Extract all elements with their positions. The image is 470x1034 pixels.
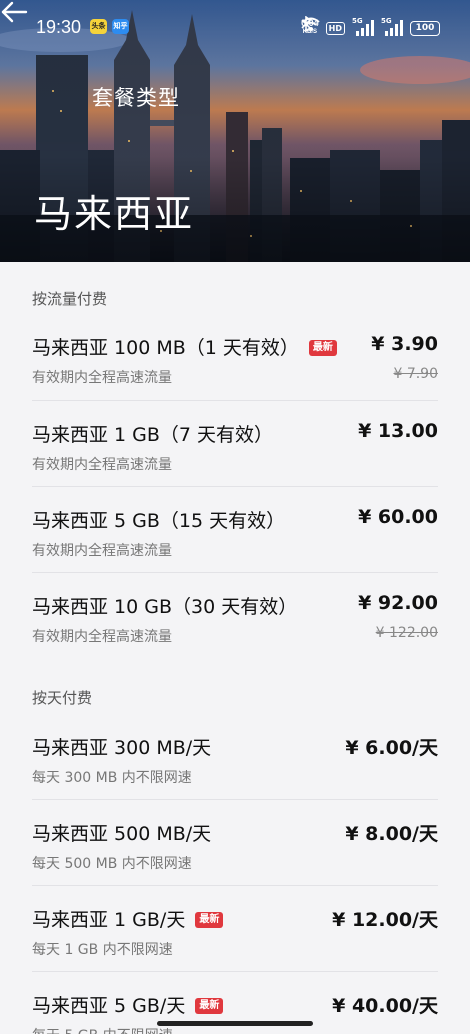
- hero-banner: 19:30 头条 知乎 0.04 KB/S HD 5G 5G 100 套餐类型 …: [0, 0, 470, 262]
- plan-price: ¥ 3.90: [371, 333, 438, 355]
- plan-description: 每天 500 MB 内不限网速: [32, 856, 192, 872]
- status-icons: 0.04 KB/S HD 5G 5G 100: [301, 16, 440, 40]
- plan-description: 有效期内全程高速流量: [32, 370, 172, 386]
- plan-description: 每天 300 MB 内不限网速: [32, 770, 192, 786]
- divider: [32, 486, 438, 487]
- plan-name: 马来西亚 100 MB（1 天有效）: [32, 337, 299, 359]
- plan-price: ¥ 13.00: [358, 420, 438, 442]
- wifi-icon: [302, 17, 320, 31]
- plan-item[interactable]: 马来西亚 1 GB/天 最新 每天 1 GB 内不限网速 ¥ 12.00/天: [32, 905, 438, 961]
- plan-original-price: ¥ 122.00: [375, 625, 438, 641]
- plan-original-price: ¥ 7.90: [393, 366, 438, 382]
- plan-item[interactable]: 马来西亚 300 MB/天 每天 300 MB 内不限网速 ¥ 6.00/天: [32, 733, 438, 789]
- back-arrow-icon[interactable]: [0, 0, 28, 24]
- hd-voice-badge: HD: [325, 21, 345, 35]
- plan-name: 马来西亚 1 GB/天: [32, 909, 186, 931]
- cellular-signal-icon-1: 5G: [352, 17, 374, 37]
- new-badge: 最新: [195, 998, 224, 1014]
- battery-icon: 100: [410, 20, 440, 36]
- plan-description: 每天 5 GB 内不限网速: [32, 1025, 173, 1034]
- plan-description: 有效期内全程高速流量: [32, 543, 172, 559]
- plan-item[interactable]: 马来西亚 500 MB/天 每天 500 MB 内不限网速 ¥ 8.00/天: [32, 819, 438, 875]
- new-badge: 最新: [308, 340, 337, 356]
- section-header-by-day: 按天付费: [32, 689, 93, 707]
- plan-price: ¥ 92.00: [358, 592, 438, 614]
- home-indicator[interactable]: [157, 1021, 313, 1026]
- plan-price: ¥ 60.00: [358, 506, 438, 528]
- plan-price: ¥ 12.00/天: [332, 909, 438, 931]
- status-bar: 19:30 头条 知乎 0.04 KB/S HD 5G 5G 100: [0, 0, 470, 56]
- new-badge: 最新: [195, 912, 224, 928]
- plan-description: 有效期内全程高速流量: [32, 457, 172, 473]
- plan-item[interactable]: 马来西亚 10 GB（30 天有效） 有效期内全程高速流量 ¥ 92.00 ¥ …: [32, 592, 438, 648]
- divider: [32, 971, 438, 972]
- cellular-signal-icon-2: 5G: [381, 17, 403, 37]
- plan-name: 马来西亚 5 GB（15 天有效）: [32, 510, 286, 532]
- plan-name: 马来西亚 300 MB/天: [32, 737, 212, 759]
- zhihu-notification-icon: 知乎: [112, 19, 129, 34]
- toutiao-notification-icon: 头条: [90, 19, 107, 34]
- plan-price: ¥ 8.00/天: [345, 823, 438, 845]
- divider: [32, 572, 438, 573]
- plan-name: 马来西亚 5 GB/天: [32, 995, 186, 1017]
- plan-item[interactable]: 马来西亚 5 GB（15 天有效） 有效期内全程高速流量 ¥ 60.00: [32, 506, 438, 562]
- divider: [32, 799, 438, 800]
- page-title: 套餐类型: [92, 86, 180, 110]
- plan-item[interactable]: 马来西亚 1 GB（7 天有效） 有效期内全程高速流量 ¥ 13.00: [32, 420, 438, 476]
- plan-name: 马来西亚 500 MB/天: [32, 823, 212, 845]
- plan-name: 马来西亚 1 GB（7 天有效）: [32, 424, 274, 446]
- plan-price: ¥ 6.00/天: [345, 737, 438, 759]
- plan-description: 每天 1 GB 内不限网速: [32, 942, 173, 958]
- divider: [32, 400, 438, 401]
- country-title: 马来西亚: [34, 192, 195, 236]
- plan-item[interactable]: 马来西亚 5 GB/天最新 每天 5 GB 内不限网速 ¥ 40.00/天: [32, 991, 438, 1034]
- plan-price: ¥ 40.00/天: [332, 995, 438, 1017]
- section-header-by-data: 按流量付费: [32, 290, 108, 308]
- plan-name: 马来西亚 10 GB（30 天有效）: [32, 596, 298, 618]
- plan-item[interactable]: 马来西亚 100 MB（1 天有效） 最新 有效期内全程高速流量 ¥ 3.90 ¥…: [32, 333, 438, 389]
- status-time: 19:30: [36, 17, 82, 37]
- plan-description: 有效期内全程高速流量: [32, 629, 172, 645]
- divider: [32, 885, 438, 886]
